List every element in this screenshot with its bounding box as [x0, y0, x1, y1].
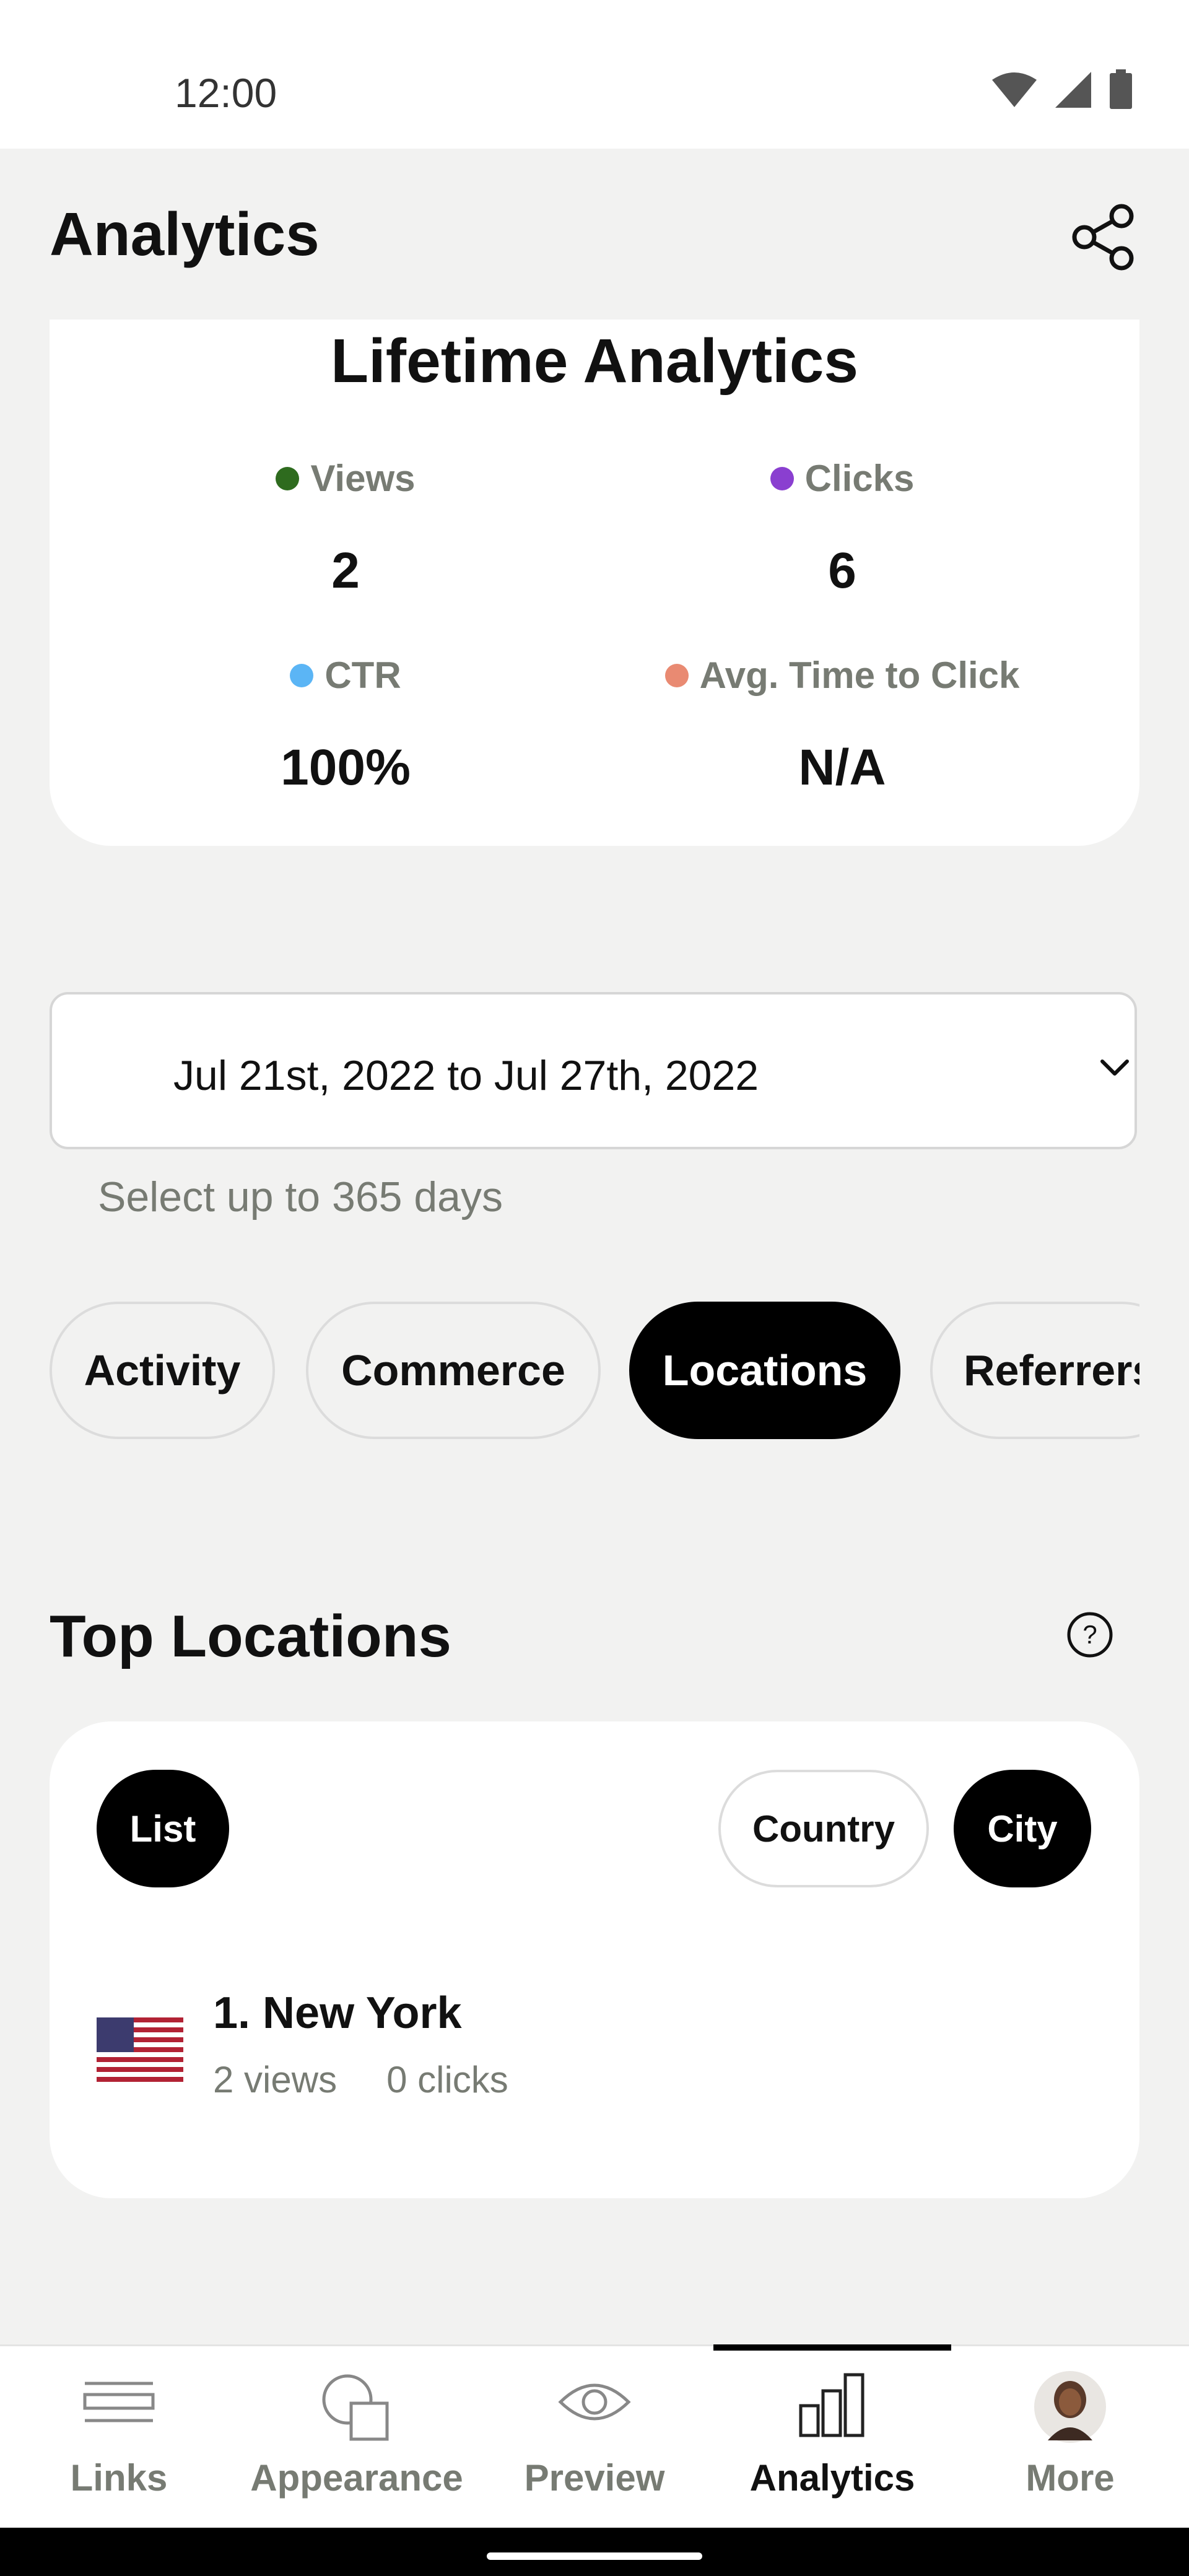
nav-label: Preview — [524, 2457, 665, 2499]
metric-clicks: Clicks 6 — [594, 457, 1090, 600]
city-filter-button[interactable]: City — [954, 1770, 1091, 1887]
nav-label: Appearance — [250, 2457, 463, 2499]
system-gesture-bar — [0, 2528, 1189, 2576]
status-icons — [991, 69, 1133, 110]
avg-time-dot — [664, 663, 689, 687]
metric-value: 6 — [828, 542, 856, 599]
lifetime-analytics-title: Lifetime Analytics — [330, 326, 859, 396]
active-tab-indicator — [713, 2344, 951, 2351]
home-handle[interactable] — [487, 2552, 702, 2560]
nav-label: Analytics — [749, 2457, 915, 2499]
views-dot — [276, 466, 300, 490]
tab-commerce[interactable]: Commerce — [306, 1302, 601, 1439]
nav-preview[interactable]: Preview — [476, 2346, 713, 2530]
metric-label: Avg. Time to Click — [699, 655, 1020, 696]
chevron-down-icon — [1100, 1060, 1129, 1076]
status-time: 12:00 — [175, 70, 277, 116]
metric-label: CTR — [324, 655, 401, 696]
location-name: 1. New York — [213, 1988, 462, 2038]
page-title: Analytics — [50, 200, 320, 268]
us-flag-icon — [97, 2017, 183, 2082]
nav-label: More — [1026, 2457, 1115, 2499]
nav-appearance[interactable]: Appearance — [238, 2346, 476, 2530]
share-button[interactable] — [1066, 199, 1141, 274]
list-item: 1. New York 2 views 0 clicks — [97, 1982, 1087, 2118]
clicks-dot — [770, 466, 794, 490]
metric-value: 100% — [281, 739, 411, 796]
wifi-icon — [992, 72, 1037, 107]
list-view-button[interactable]: List — [97, 1770, 229, 1887]
metric-label: Views — [310, 458, 416, 499]
top-locations-title: Top Locations — [50, 1603, 451, 1669]
metric-ctr: CTR 100% — [98, 654, 593, 797]
nav-label: Links — [70, 2457, 168, 2499]
bar-chart-icon — [799, 2373, 865, 2437]
metric-views: Views 2 — [98, 457, 593, 600]
date-range-select[interactable]: Jul 21st, 2022 to Jul 27th, 2022 — [50, 992, 1137, 1149]
nav-links[interactable]: Links — [0, 2346, 238, 2530]
share-icon — [1072, 204, 1134, 271]
date-range-hint: Select up to 365 days — [98, 1173, 503, 1221]
date-range-value: Jul 21st, 2022 to Jul 27th, 2022 — [173, 1052, 759, 1099]
eye-icon — [558, 2383, 631, 2421]
appearance-icon — [322, 2374, 389, 2441]
help-icon[interactable]: ? — [1065, 1610, 1115, 1660]
status-bar: 12:00 — [0, 0, 1189, 149]
metric-value: 2 — [331, 542, 360, 599]
metric-value: N/A — [798, 739, 886, 796]
avatar — [1034, 2371, 1106, 2443]
location-clicks: 0 clicks — [386, 2059, 508, 2100]
links-icon — [83, 2382, 155, 2422]
metric-avg-time-to-click: Avg. Time to Click N/A — [594, 654, 1090, 797]
battery-icon — [1110, 69, 1132, 109]
nav-analytics[interactable]: Analytics — [713, 2346, 951, 2530]
analytics-tabs: Activity Commerce Locations Referrers — [50, 1302, 1139, 1442]
tab-activity[interactable]: Activity — [50, 1302, 275, 1439]
country-filter-button[interactable]: Country — [718, 1770, 929, 1887]
location-views: 2 views — [213, 2059, 338, 2100]
signal-icon — [1055, 72, 1091, 108]
location-stats: 2 views 0 clicks — [213, 2058, 508, 2101]
ctr-dot — [290, 663, 314, 687]
nav-more[interactable]: More — [951, 2346, 1189, 2530]
tab-referrers[interactable]: Referrers — [930, 1302, 1139, 1439]
metric-label: Clicks — [804, 458, 915, 499]
bottom-nav: Links Appearance Preview Analytics More — [0, 2344, 1189, 2530]
tab-locations[interactable]: Locations — [629, 1302, 900, 1439]
svg-text:?: ? — [1082, 1620, 1097, 1649]
